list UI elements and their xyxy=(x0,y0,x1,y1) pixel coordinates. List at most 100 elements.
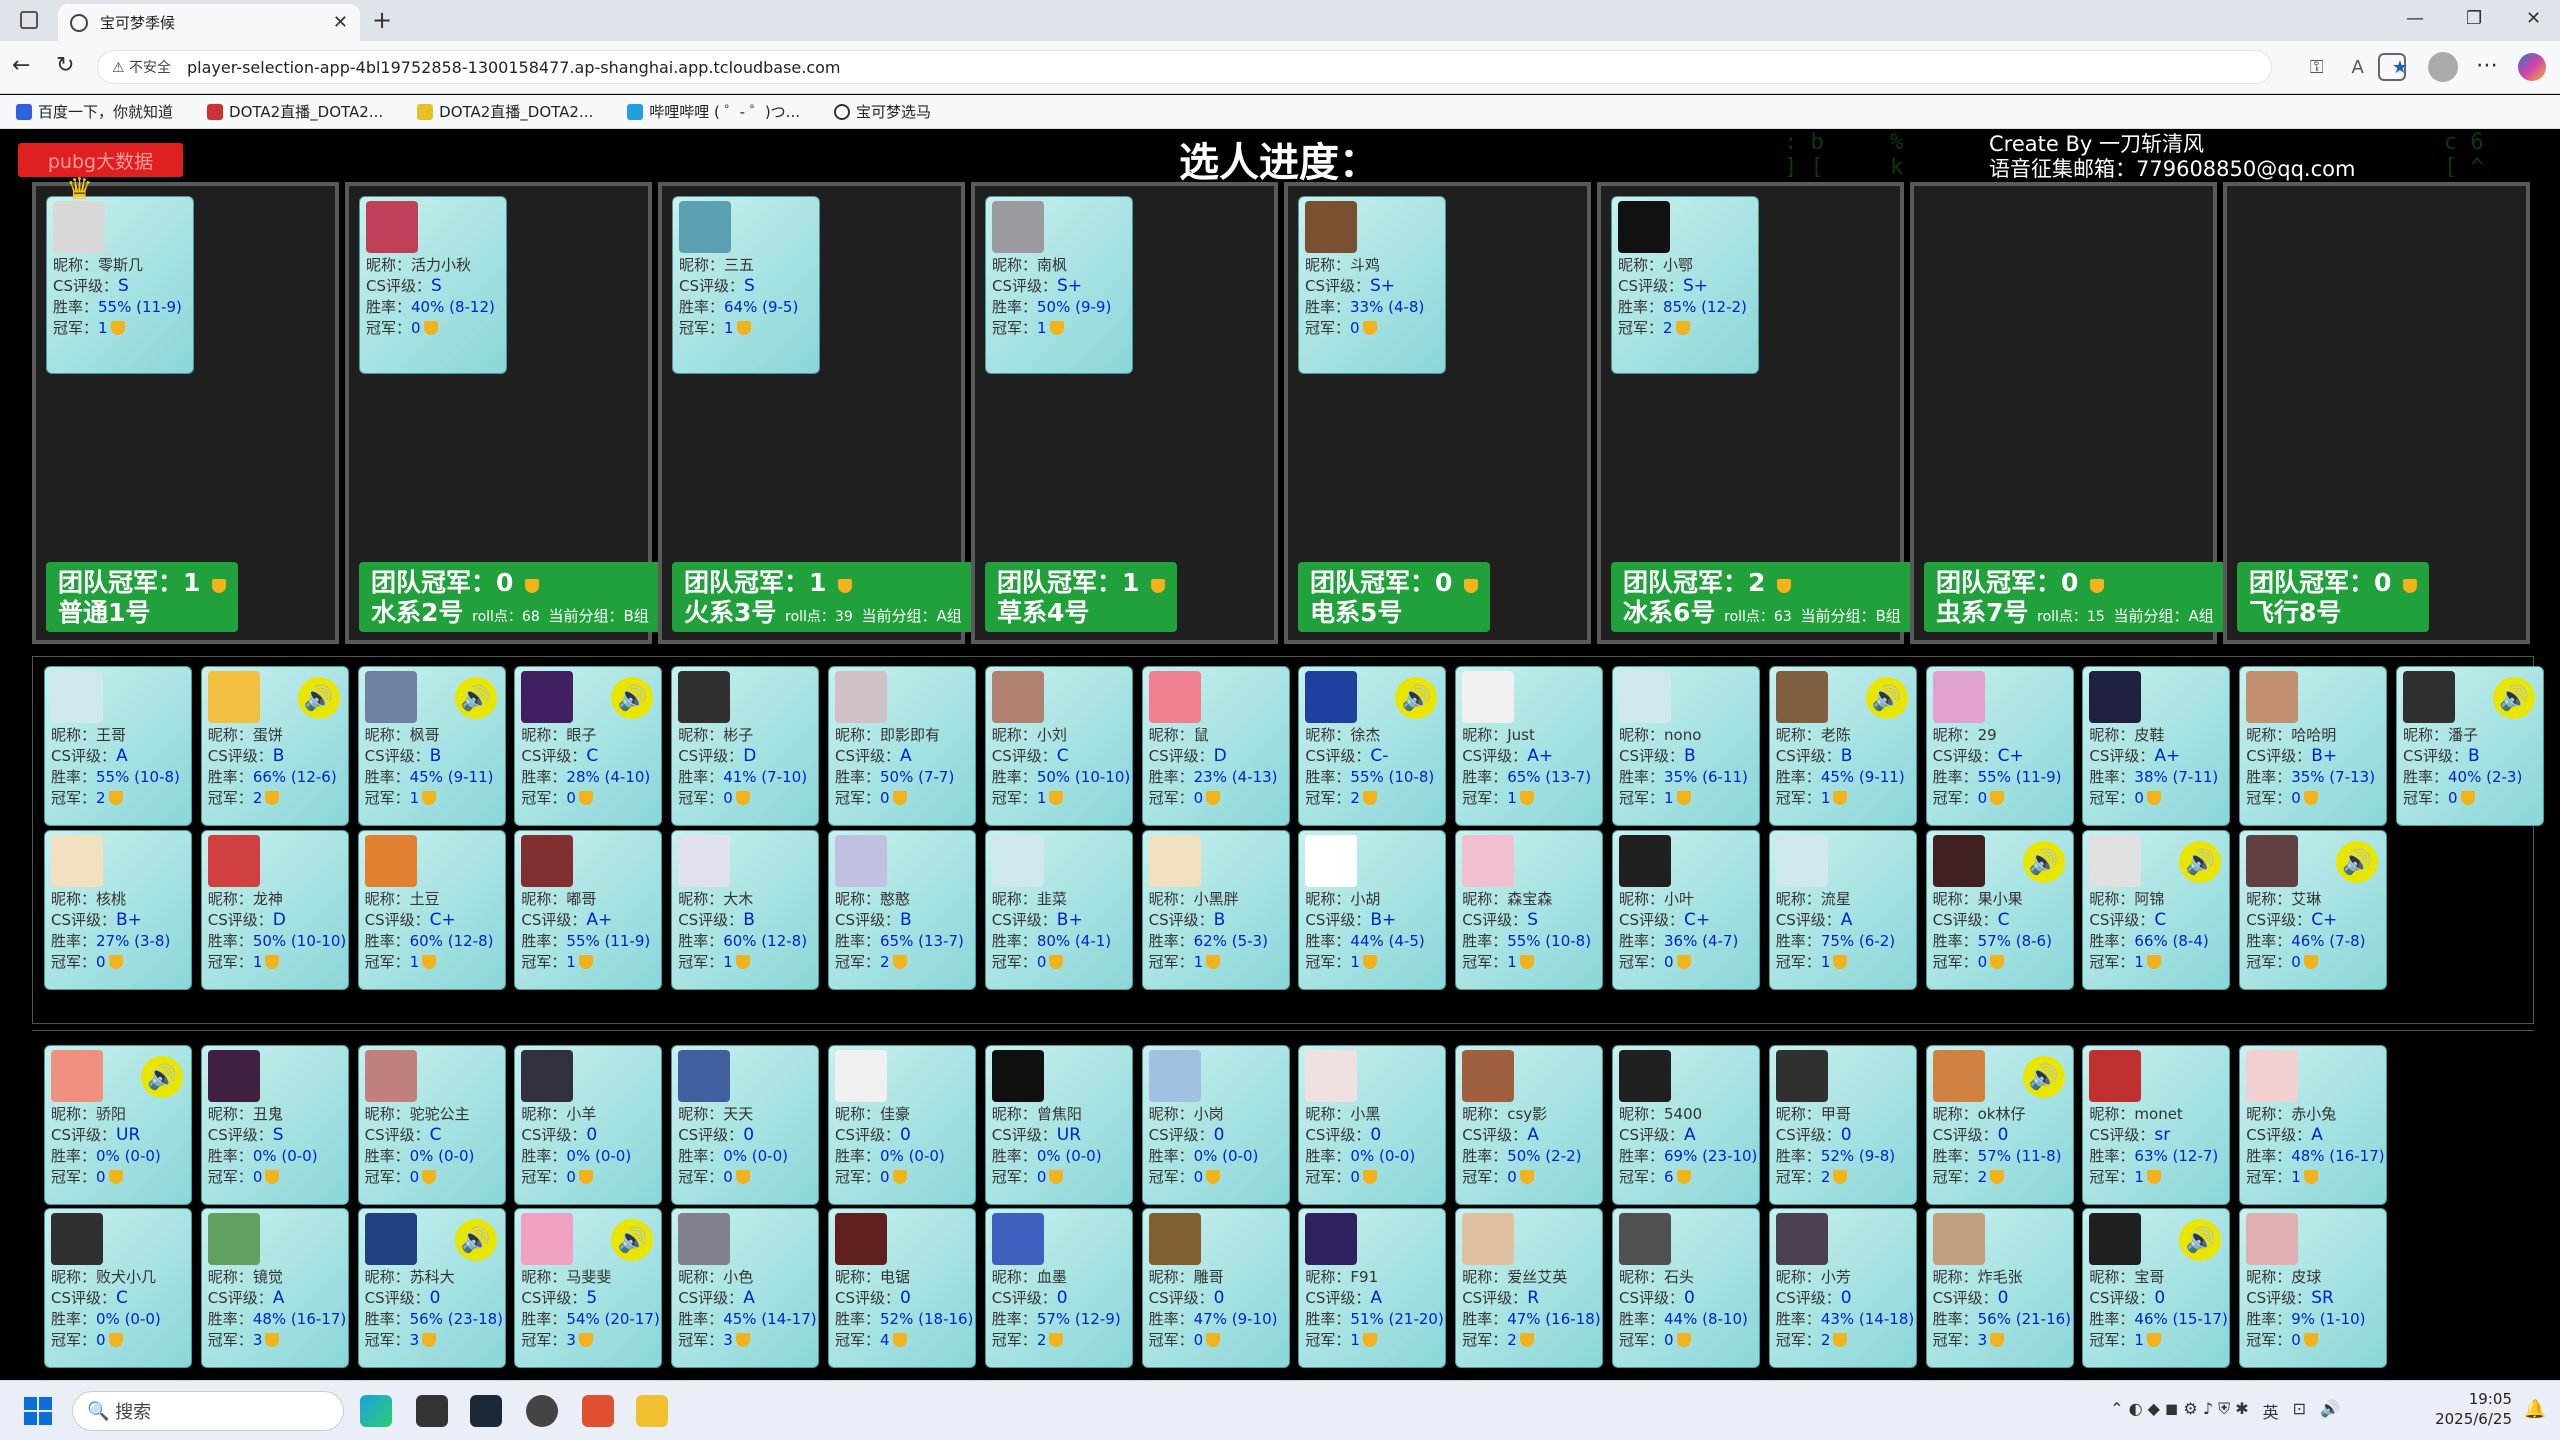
player-card[interactable]: 昵称：天天 CS评级：0 胜率：0% (0-0) 冠军：0 xyxy=(671,1045,820,1205)
speaker-icon[interactable]: 🔊 xyxy=(297,677,340,719)
player-card[interactable]: 昵称：驼驼公主 CS评级：C 胜率：0% (0-0) 冠军：0 xyxy=(357,1045,506,1205)
player-card[interactable]: 昵称：曾焦阳 CS评级：UR 胜率：0% (0-0) 冠军：0 xyxy=(984,1045,1133,1205)
close-tab-icon[interactable]: ✕ xyxy=(333,12,348,33)
player-card[interactable]: 昵称：monet CS评级：sr 胜率：63% (12-7) 冠军：1 xyxy=(2082,1045,2231,1205)
extensions-icon[interactable] xyxy=(2378,53,2406,81)
player-card[interactable]: 昵称：小黑 CS评级：0 胜率：0% (0-0) 冠军：0 xyxy=(1298,1045,1447,1205)
player-card[interactable]: 昵称：森宝森 CS评级：S 胜率：55% (10-8) 冠军：1 xyxy=(1455,830,1604,990)
speaker-icon[interactable]: 🔊 xyxy=(2336,841,2379,883)
player-card[interactable]: 昵称：憨憨 CS评级：B 胜率：65% (13-7) 冠军：2 xyxy=(828,830,976,990)
key-icon[interactable]: ⚿ xyxy=(2310,57,2324,78)
player-card[interactable]: 昵称：镜觉 CS评级：A 胜率：48% (16-17) 冠军：3 xyxy=(200,1208,349,1368)
refresh-icon[interactable]: ↻ xyxy=(56,53,74,78)
player-card[interactable]: 昵称：F91 CS评级：A 胜率：51% (21-20) 冠军：1 xyxy=(1298,1208,1447,1368)
network-icon[interactable]: ⊡ xyxy=(2293,1399,2306,1423)
player-card[interactable]: 🔊 昵称：徐杰 CS评级：C- 胜率：55% (10-8) 冠军：2 xyxy=(1298,666,1447,826)
player-card[interactable]: 昵称：嘟哥 CS评级：A+ 胜率：55% (11-9) 冠军：1 xyxy=(514,830,663,990)
player-card[interactable]: 昵称：即影即有 CS评级：A 胜率：50% (7-7) 冠军：0 xyxy=(828,666,976,826)
minimize-icon[interactable]: — xyxy=(2406,8,2424,29)
browser-tab[interactable]: 宝可梦季候 ✕ xyxy=(58,4,360,41)
bookmark-pokemon[interactable]: 宝可梦选马 xyxy=(834,101,931,122)
team-member-card[interactable]: 昵称：小鄂 CS评级：S+ 胜率：85% (12-2) 冠军：2 xyxy=(1611,196,1759,374)
player-card[interactable]: 昵称：佳豪 CS评级：0 胜率：0% (0-0) 冠军：0 xyxy=(828,1045,976,1205)
player-card[interactable]: 🔊 昵称：潘子 CS评级：B 胜率：40% (2-3) 冠军：0 xyxy=(2396,666,2544,826)
player-card[interactable]: 昵称：丑鬼 CS评级：S 胜率：0% (0-0) 冠军：0 xyxy=(200,1045,349,1205)
player-card[interactable]: 昵称：Just CS评级：A+ 胜率：65% (13-7) 冠军：1 xyxy=(1455,666,1604,826)
team-member-card[interactable]: 昵称：斗鸡 CS评级：S+ 胜率：33% (4-8) 冠军：0 xyxy=(1298,196,1446,374)
player-card[interactable]: 昵称：小色 CS评级：A 胜率：45% (14-17) 冠军：3 xyxy=(671,1208,820,1368)
player-card[interactable]: 🔊 昵称：眼子 CS评级：C 胜率：28% (4-10) 冠军：0 xyxy=(514,666,663,826)
speaker-icon[interactable]: 🔊 xyxy=(2179,1219,2222,1261)
player-card[interactable]: 🔊 昵称：老陈 CS评级：B 胜率：45% (9-11) 冠军：1 xyxy=(1768,666,1917,826)
player-card[interactable]: 🔊 昵称：骄阳 CS评级：UR 胜率：0% (0-0) 冠军：0 xyxy=(44,1045,192,1205)
new-tab-button[interactable]: + xyxy=(372,6,392,34)
profile-avatar[interactable] xyxy=(2428,52,2458,82)
player-card[interactable]: 昵称：小刘 CS评级：C 胜率：50% (10-10) 冠军：1 xyxy=(984,666,1133,826)
player-card[interactable]: 昵称：小羊 CS评级：0 胜率：0% (0-0) 冠军：0 xyxy=(514,1045,663,1205)
app-icon[interactable] xyxy=(416,1395,448,1427)
speaker-icon[interactable]: 🔊 xyxy=(1865,677,1908,719)
player-card[interactable]: 🔊 昵称：苏科大 CS评级：0 胜率：56% (23-18) 冠军：3 xyxy=(357,1208,506,1368)
speaker-icon[interactable]: 🔊 xyxy=(2493,677,2535,719)
language-indicator[interactable]: 英 xyxy=(2263,1399,2279,1423)
player-card[interactable]: 昵称：彬子 CS评级：D 胜率：41% (7-10) 冠军：0 xyxy=(671,666,820,826)
bookmark-dota2-1[interactable]: DOTA2直播_DOTA2... xyxy=(207,101,383,122)
player-card[interactable]: 昵称：爱丝艾英 CS评级：R 胜率：47% (16-18) 冠军：2 xyxy=(1455,1208,1604,1368)
player-card[interactable]: 昵称：雕哥 CS评级：0 胜率：47% (9-10) 冠军：0 xyxy=(1141,1208,1290,1368)
clock[interactable]: 19:05 2025/6/25 xyxy=(2435,1389,2512,1429)
player-card[interactable]: 昵称：龙神 CS评级：D 胜率：50% (10-10) 冠军：1 xyxy=(200,830,349,990)
player-card[interactable]: 昵称：核桃 CS评级：B+ 胜率：27% (3-8) 冠军：0 xyxy=(44,830,192,990)
player-card[interactable]: 昵称：29 CS评级：C+ 胜率：55% (11-9) 冠军：0 xyxy=(1925,666,2074,826)
speaker-icon[interactable]: 🔊 xyxy=(2179,841,2222,883)
player-card[interactable]: 昵称：流星 CS评级：A 胜率：75% (6-2) 冠军：1 xyxy=(1768,830,1917,990)
player-card[interactable]: 昵称：5400 CS评级：A 胜率：69% (23-10) 冠军：6 xyxy=(1612,1045,1760,1205)
edge-icon[interactable] xyxy=(360,1395,392,1427)
player-card[interactable]: 昵称：炸毛张 CS评级：0 胜率：56% (21-16) 冠军：3 xyxy=(1925,1208,2074,1368)
player-card[interactable]: 🔊 昵称：枫哥 CS评级：B 胜率：45% (9-11) 冠军：1 xyxy=(357,666,506,826)
team-member-card[interactable]: 昵称：活力小秋 CS评级：S 胜率：40% (8-12) 冠军：0 xyxy=(359,196,507,374)
player-card[interactable]: 🔊 昵称：果小果 CS评级：C 胜率：57% (8-6) 冠军：0 xyxy=(1925,830,2074,990)
player-card[interactable]: 🔊 昵称：阿锦 CS评级：C 胜率：66% (8-4) 冠军：1 xyxy=(2082,830,2231,990)
speaker-icon[interactable]: 🔊 xyxy=(2022,1056,2065,1098)
player-card[interactable]: 🔊 昵称：ok林仔 CS评级：0 胜率：57% (11-8) 冠军：2 xyxy=(1925,1045,2074,1205)
player-card[interactable]: 昵称：土豆 CS评级：C+ 胜率：60% (12-8) 冠军：1 xyxy=(357,830,506,990)
player-card[interactable]: 昵称：nono CS评级：B 胜率：35% (6-11) 冠军：1 xyxy=(1612,666,1760,826)
team-member-card[interactable]: 昵称：南枫 CS评级：S+ 胜率：50% (9-9) 冠军：1 xyxy=(985,196,1133,374)
game-icon[interactable] xyxy=(582,1395,614,1427)
copilot-icon[interactable] xyxy=(2518,53,2546,81)
player-card[interactable]: 昵称：赤小兔 CS评级：A 胜率：48% (16-17) 冠军：1 xyxy=(2239,1045,2388,1205)
more-menu-icon[interactable]: ⋯ xyxy=(2476,53,2498,78)
player-card[interactable]: 昵称：电锯 CS评级：0 胜率：52% (18-16) 冠军：4 xyxy=(828,1208,976,1368)
player-card[interactable]: 🔊 昵称：艾琳 CS评级：C+ 胜率：46% (7-8) 冠军：0 xyxy=(2239,830,2388,990)
player-card[interactable]: 昵称：甲哥 CS评级：0 胜率：52% (9-8) 冠军：2 xyxy=(1768,1045,1917,1205)
read-aloud-icon[interactable]: A xyxy=(2352,57,2364,78)
speaker-icon[interactable]: 🔊 xyxy=(141,1056,183,1098)
chrome-icon[interactable] xyxy=(526,1395,558,1427)
player-card[interactable]: 昵称：小岗 CS评级：0 胜率：0% (0-0) 冠军：0 xyxy=(1141,1045,1290,1205)
volume-icon[interactable]: 🔊 xyxy=(2320,1399,2340,1423)
player-card[interactable]: 昵称：王哥 CS评级：A 胜率：55% (10-8) 冠军：2 xyxy=(44,666,192,826)
player-card[interactable]: 昵称：小芳 CS评级：0 胜率：43% (14-18) 冠军：2 xyxy=(1768,1208,1917,1368)
speaker-icon[interactable]: 🔊 xyxy=(611,1219,654,1261)
speaker-icon[interactable]: 🔊 xyxy=(611,677,654,719)
player-card[interactable]: 🔊 昵称：马斐斐 CS评级：5 胜率：54% (20-17) 冠军：3 xyxy=(514,1208,663,1368)
player-card[interactable]: 昵称：皮鞋 CS评级：A+ 胜率：38% (7-11) 冠军：0 xyxy=(2082,666,2231,826)
back-icon[interactable]: ← xyxy=(12,53,30,78)
player-card[interactable]: 昵称：小叶 CS评级：C+ 胜率：36% (4-7) 冠军：0 xyxy=(1612,830,1760,990)
player-card[interactable]: 昵称：小黑胖 CS评级：B 胜率：62% (5-3) 冠军：1 xyxy=(1141,830,1290,990)
player-card[interactable]: 昵称：韭菜 CS评级：B+ 胜率：80% (4-1) 冠军：0 xyxy=(984,830,1133,990)
taskbar-search[interactable]: 🔍 搜索 xyxy=(72,1391,344,1431)
speaker-icon[interactable]: 🔊 xyxy=(454,1219,497,1261)
pubg-data-button[interactable]: pubg大数据 xyxy=(18,143,183,177)
player-card[interactable]: 昵称：皮球 CS评级：SR 胜率：9% (1-10) 冠军：0 xyxy=(2239,1208,2388,1368)
bookmark-dota2-2[interactable]: DOTA2直播_DOTA2... xyxy=(417,101,593,122)
player-card[interactable]: 昵称：石头 CS评级：0 胜率：44% (8-10) 冠军：0 xyxy=(1612,1208,1760,1368)
player-card[interactable]: 昵称：血墨 CS评级：0 胜率：57% (12-9) 冠军：2 xyxy=(984,1208,1133,1368)
qq-icon[interactable] xyxy=(636,1395,668,1427)
speaker-icon[interactable]: 🔊 xyxy=(2022,841,2065,883)
player-card[interactable]: 昵称：小胡 CS评级：B+ 胜率：44% (4-5) 冠军：1 xyxy=(1298,830,1447,990)
tray-icons[interactable]: ⌃ ◐ ◆ ◼ ⚙ ♪ ⛨ ✱ xyxy=(2110,1399,2249,1423)
url-field[interactable]: ⚠ 不安全 player-selection-app-4bl19752858-1… xyxy=(97,50,2272,84)
player-card[interactable]: 🔊 昵称：宝哥 CS评级：0 胜率：46% (15-17) 冠军：1 xyxy=(2082,1208,2231,1368)
player-card[interactable]: 昵称：败犬小几 CS评级：C 胜率：0% (0-0) 冠军：0 xyxy=(44,1208,192,1368)
